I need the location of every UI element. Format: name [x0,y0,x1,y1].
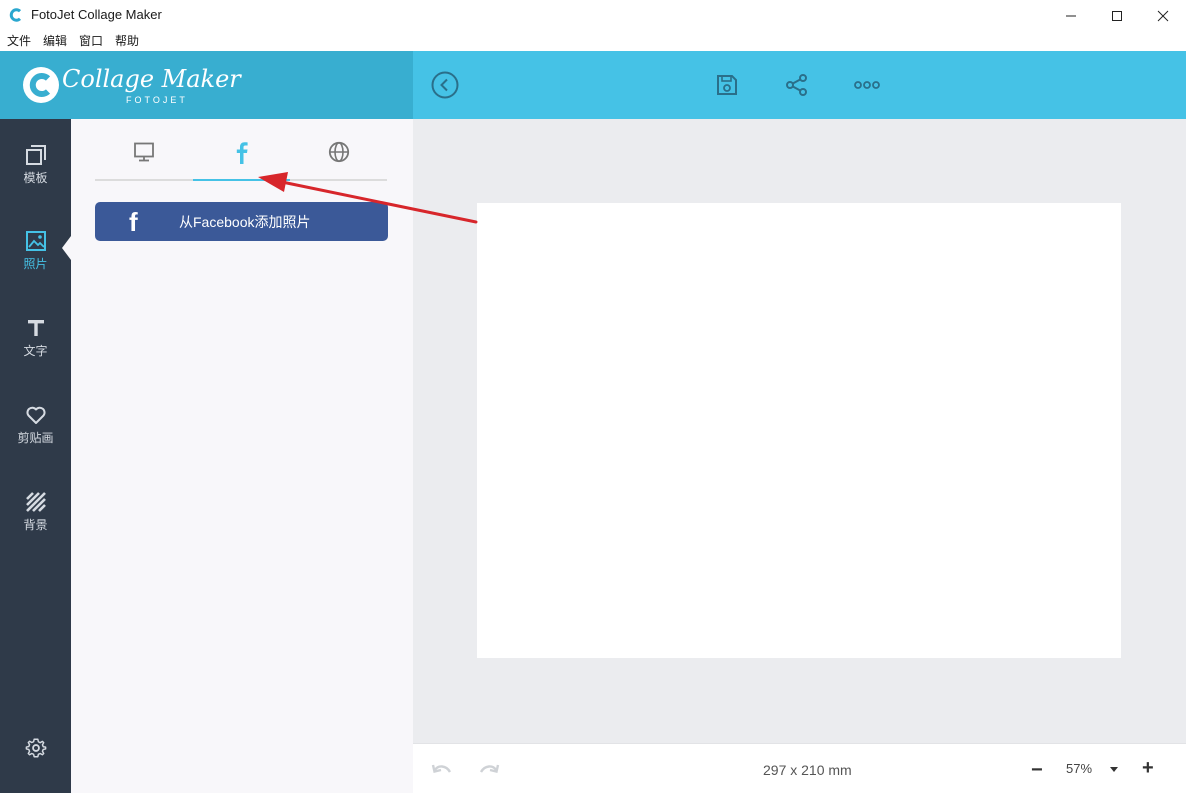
left-sidebar: 模板 照片 文字 剪贴画 背景 [0,119,71,793]
computer-icon [133,142,154,162]
window-title: FotoJet Collage Maker [31,7,162,22]
sidebar-item-label: 文字 [23,344,48,358]
facebook-icon: f [129,207,138,237]
maximize-button[interactable] [1094,0,1140,31]
save-button[interactable] [711,69,743,101]
tab-facebook[interactable] [193,140,290,180]
more-icon [854,81,880,89]
share-button[interactable] [781,69,813,101]
collage-maker-logo-icon [23,67,59,103]
zoom-select[interactable]: 57% [1057,758,1123,782]
sidebar-item-template[interactable]: 模板 [0,143,71,213]
sidebar-item-label: 模板 [23,171,48,185]
top-toolbar [413,51,1186,119]
sidebar-item-clipart[interactable]: 剪贴画 [0,403,71,473]
back-button[interactable] [429,69,461,101]
menu-help[interactable]: 帮助 [115,31,139,51]
minimize-icon [1066,15,1076,16]
zoom-value: 57% [1066,761,1093,776]
app-logo-icon [9,8,22,22]
background-icon [25,492,46,512]
tab-computer[interactable] [95,140,192,180]
menu-file[interactable]: 文件 [7,31,31,51]
gear-icon[interactable] [25,737,47,759]
tab-active-indicator [193,179,290,181]
photo-icon [25,231,46,251]
close-icon [1157,10,1169,21]
sidebar-item-photo[interactable]: 照片 [0,229,71,299]
globe-icon [328,141,349,163]
menu-bar: 文件 编辑 窗口 帮助 [0,31,1186,51]
save-icon [717,75,737,95]
sidebar-item-label: 剪贴画 [17,431,54,445]
logo-subtext: FOTOJET [126,95,188,105]
share-icon [786,74,807,96]
add-from-facebook-label: 从Facebook添加照片 [179,214,311,230]
tab-web[interactable] [290,140,387,180]
more-button[interactable] [851,69,883,101]
sidebar-item-label: 背景 [23,518,48,532]
sidebar-item-text[interactable]: 文字 [0,316,71,386]
zoom-in-button[interactable]: + [1142,757,1154,780]
zoom-out-button[interactable]: − [1031,759,1043,782]
sidebar-active-pointer [62,236,71,260]
canvas-size-label: 297 x 210 mm [763,762,852,778]
chevron-down-icon [1110,767,1118,772]
text-icon [27,320,44,336]
sidebar-item-label: 照片 [23,257,48,271]
close-button[interactable] [1140,0,1186,31]
template-icon [25,145,46,165]
minimize-button[interactable] [1048,0,1094,31]
logo-text: Collage Maker [62,65,241,93]
window-title-bar: FotoJet Collage Maker [0,0,1186,31]
heart-icon [25,406,46,424]
redo-icon[interactable] [478,762,500,778]
menu-edit[interactable]: 编辑 [43,31,67,51]
sidebar-item-background[interactable]: 背景 [0,490,71,560]
facebook-icon [236,142,248,164]
logo-area: Collage Maker FOTOJET [0,51,413,119]
collage-artboard[interactable] [477,203,1121,658]
menu-window[interactable]: 窗口 [79,31,103,51]
undo-icon[interactable] [431,762,453,778]
add-from-facebook-button[interactable]: f 从Facebook添加照片 [95,202,388,241]
maximize-icon [1112,10,1122,21]
back-icon [431,71,459,99]
